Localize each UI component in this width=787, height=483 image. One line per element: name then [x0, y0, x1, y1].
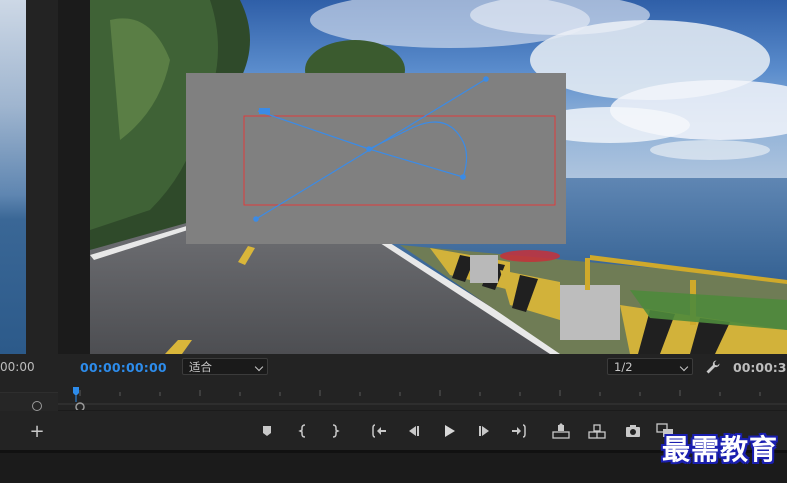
overlay-clip[interactable] [186, 73, 566, 244]
camera-icon[interactable] [624, 422, 642, 440]
time-ruler[interactable] [58, 382, 787, 410]
playback-resolution-dropdown[interactable]: 1/2 [607, 358, 693, 375]
watermark-logo: 最需教育 [662, 433, 779, 466]
source-monitor-frame [0, 0, 26, 354]
keyframe-point [460, 174, 466, 180]
playhead-marker [73, 387, 85, 410]
chevron-down-icon [254, 362, 264, 372]
add-marker-icon[interactable] [258, 422, 276, 440]
source-time-ruler[interactable] [0, 392, 58, 411]
chevron-down-icon [679, 362, 689, 372]
play-icon[interactable] [440, 422, 458, 440]
lift-icon[interactable] [552, 422, 570, 440]
keyframe-point [366, 146, 372, 152]
wrench-icon[interactable] [705, 359, 721, 375]
source-timecode[interactable]: 00:00 [0, 360, 35, 374]
safe-margin-box [243, 115, 556, 206]
zoom-fit-dropdown[interactable]: 适合 [182, 358, 268, 375]
motion-path-curve [257, 110, 468, 178]
source-zoom-handle[interactable] [32, 401, 42, 411]
mark-out-icon[interactable] [326, 422, 344, 440]
monitor-controls-row: 00:00:00:00 适合 1/2 00:00:30 [58, 354, 787, 382]
step-back-icon[interactable] [404, 422, 422, 440]
anchor-point [259, 108, 270, 114]
go-to-out-icon[interactable] [510, 422, 528, 440]
mark-in-icon[interactable] [294, 422, 312, 440]
program-monitor-video[interactable] [90, 0, 787, 354]
keyframe-point [253, 216, 259, 222]
zoom-fit-label: 适合 [189, 360, 212, 374]
keyframe-point [483, 76, 489, 82]
ruler-ticks [58, 387, 787, 410]
source-monitor-panel: 00:00 + [0, 0, 58, 450]
playback-resolution-label: 1/2 [614, 360, 633, 374]
duration-timecode: 00:00:30 [733, 360, 787, 375]
extract-icon[interactable] [588, 422, 606, 440]
step-forward-icon[interactable] [476, 422, 494, 440]
playhead-timecode[interactable]: 00:00:00:00 [80, 360, 167, 375]
go-to-in-icon[interactable] [370, 422, 388, 440]
add-button[interactable]: + [29, 421, 45, 443]
motion-path-overlay[interactable] [186, 73, 566, 244]
